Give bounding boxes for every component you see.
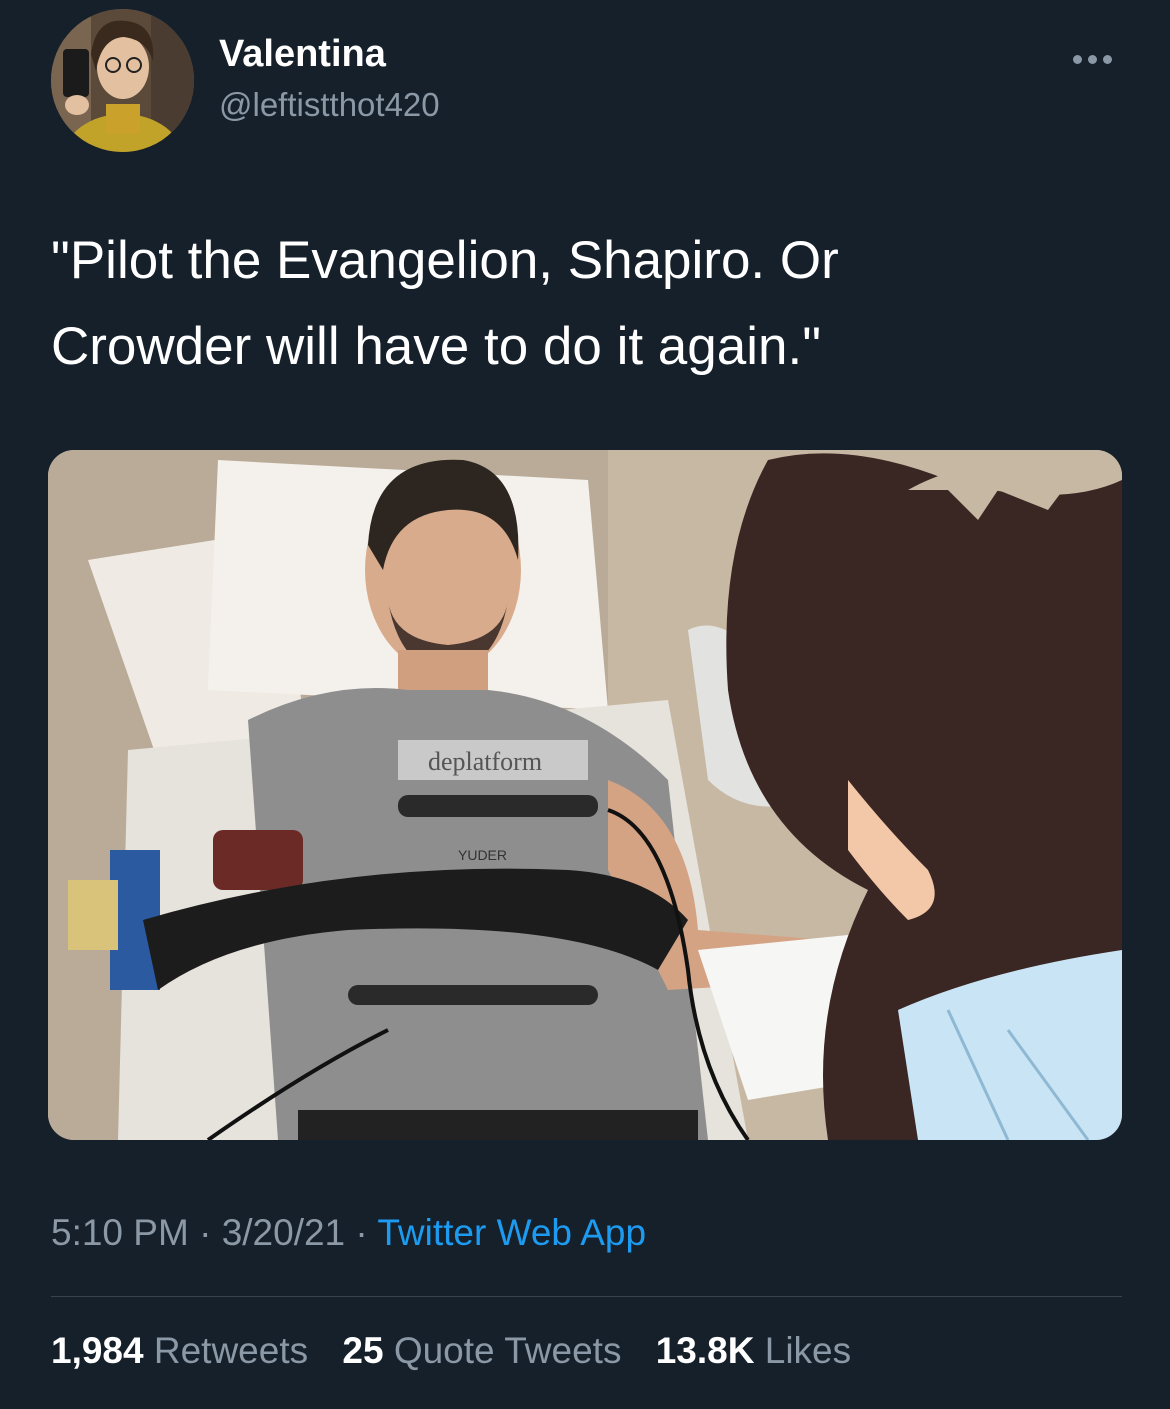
quotes-label: Quote Tweets [393, 1330, 622, 1371]
tweet-meta: 5:10 PM · 3/20/21 · Twitter Web App [51, 1212, 646, 1254]
divider [51, 1296, 1122, 1297]
quotes-count: 25 [342, 1330, 384, 1371]
user-avatar [51, 9, 194, 152]
tweet-time[interactable]: 5:10 PM [51, 1212, 189, 1253]
shirt-subtext: YUDER [458, 847, 507, 863]
shirt-text: deplatform [428, 747, 542, 776]
photo-illustration: deplatform YUDER [48, 450, 1122, 1140]
tweet-text-line: "Pilot the Evangelion, Shapiro. Or [51, 231, 839, 290]
tweet-text: "Pilot the Evangelion, Shapiro. Or Crowd… [51, 218, 1111, 390]
quote-tweets-stat[interactable]: 25 Quote Tweets [342, 1330, 621, 1372]
author-handle[interactable]: @leftistthot420 [219, 86, 440, 124]
tweet-text-line: Crowder will have to do it again." [51, 317, 822, 376]
tweet-image[interactable]: deplatform YUDER [48, 450, 1122, 1140]
retweets-count: 1,984 [51, 1330, 144, 1371]
separator: · [188, 1212, 222, 1253]
tweet-date[interactable]: 3/20/21 [222, 1212, 345, 1253]
likes-count: 13.8K [655, 1330, 755, 1371]
likes-stat[interactable]: 13.8K Likes [656, 1330, 851, 1372]
avatar[interactable] [51, 9, 194, 152]
tweet-stats: 1,984 Retweets 25 Quote Tweets 13.8K Lik… [51, 1330, 875, 1372]
author-display-name[interactable]: Valentina [219, 33, 386, 76]
retweets-stat[interactable]: 1,984 Retweets [51, 1330, 308, 1372]
more-options-icon[interactable] [1063, 38, 1123, 78]
likes-label: Likes [764, 1330, 852, 1371]
separator: · [345, 1212, 378, 1253]
tweet-source-link[interactable]: Twitter Web App [377, 1212, 646, 1253]
retweets-label: Retweets [153, 1330, 309, 1371]
